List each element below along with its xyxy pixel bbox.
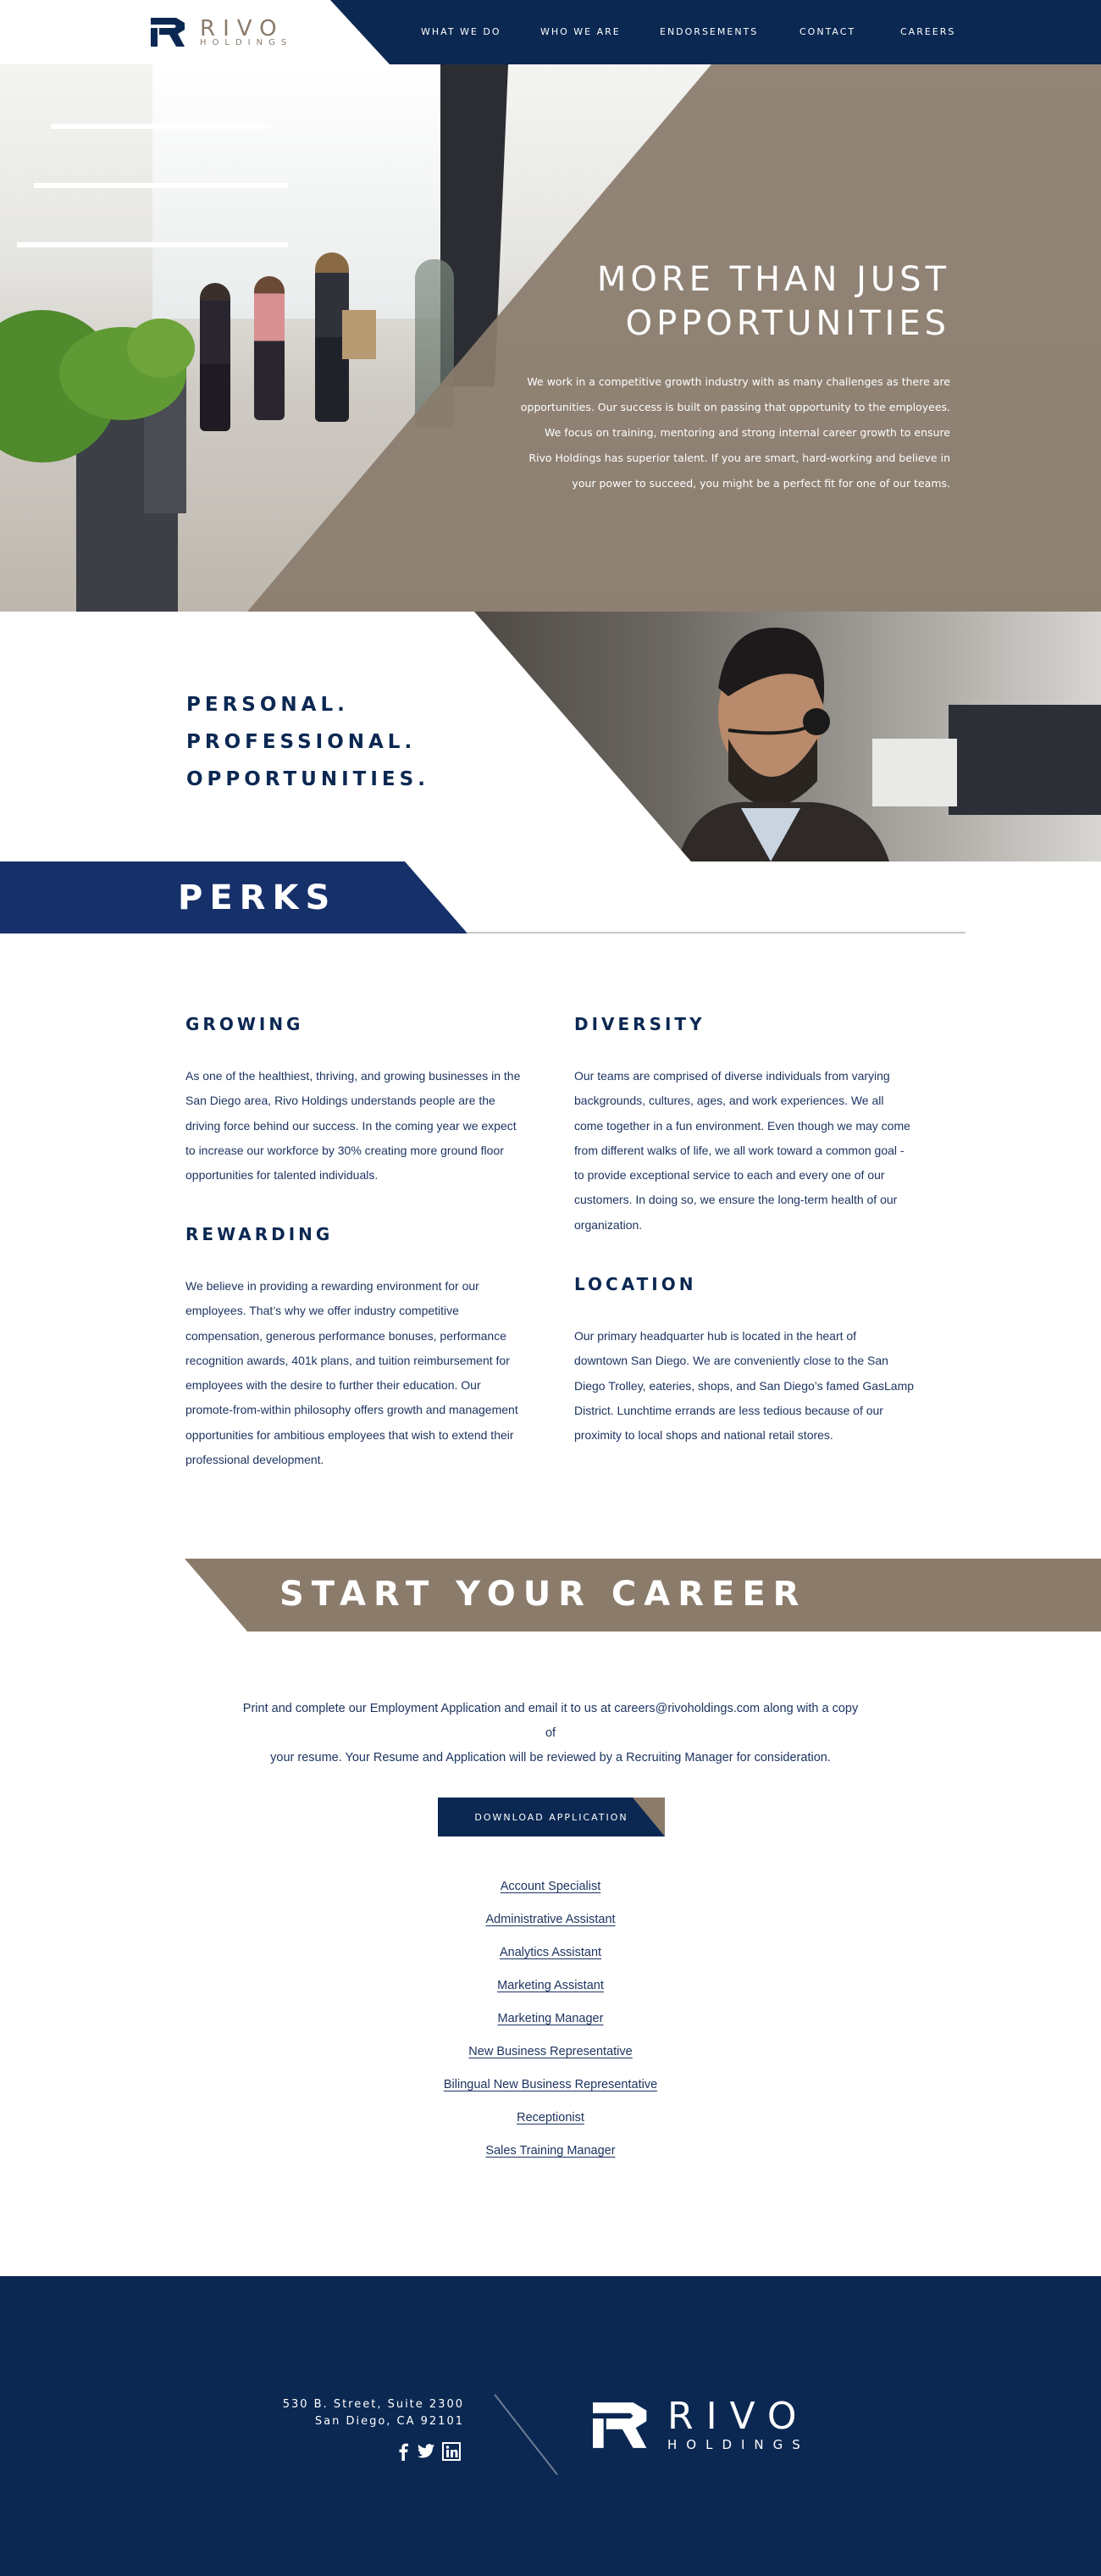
growing-text: As one of the healthiest, thriving, and … [185,1069,521,1183]
logo-panel: RIVO HOLDINGS [0,0,390,64]
twitter-icon[interactable] [417,2442,435,2461]
footer-address: 530 B. Street, Suite 2300 San Diego, CA … [282,2398,464,2428]
hero-title-line-1: MORE THAN JUST [596,260,950,299]
job-link-administrative-assistant[interactable]: Administrative Assistant [339,1913,762,1926]
nav-endorsements[interactable]: ENDORSEMENTS [660,26,758,37]
perks-divider [468,932,965,933]
site-logo[interactable]: RIVO HOLDINGS [151,17,312,47]
job-link-new-business-representative[interactable]: New Business Representative [339,2045,762,2058]
linkedin-icon[interactable] [442,2442,461,2461]
logo-wordmark: RIVO [200,16,285,42]
hero-body-text: We work in a competitive growth industry… [520,375,950,490]
personal-section: PERSONAL. PROFESSIONAL. OPPORTUNITIES. [0,612,1101,861]
nav-what-we-do[interactable]: WHAT WE DO [421,26,501,37]
logo-subtitle: HOLDINGS [200,38,293,47]
job-link-marketing-manager[interactable]: Marketing Manager [339,2012,762,2025]
rivo-logo-mark-icon [593,2402,647,2448]
location-heading: LOCATION [574,1274,697,1294]
facebook-icon[interactable] [395,2442,413,2461]
footer-logo[interactable]: RIVO HOLDINGS [593,2397,838,2457]
hero-title: MORE THAN JUST OPPORTUNITIES [597,258,950,346]
site-header: RIVO HOLDINGS WHAT WE DO WHO WE ARE ENDO… [0,0,1101,64]
footer-logo-subtitle: HOLDINGS [667,2437,810,2452]
location-text: Our primary headquarter hub is located i… [574,1329,915,1443]
nav-careers[interactable]: CAREERS [900,26,955,37]
headset-employee-photo [474,612,1101,861]
site-footer: 530 B. Street, Suite 2300 San Diego, CA … [0,2276,1101,2576]
main-nav: WHAT WE DO WHO WE ARE ENDORSEMENTS CONTA… [390,0,1101,64]
career-title: START YOUR CAREER [279,1575,807,1614]
footer-logo-wordmark: RIVO [667,2395,810,2438]
diversity-text: Our teams are comprised of diverse indiv… [574,1069,910,1232]
rewarding-heading: REWARDING [185,1224,334,1244]
nav-contact[interactable]: CONTACT [799,26,855,37]
hero-title-line-2: OPPORTUNITIES [625,304,950,343]
job-link-marketing-assistant[interactable]: Marketing Assistant [339,1979,762,1992]
career-instructions: Print and complete our Employment Applic… [242,1702,859,1764]
perks-title: PERKS [178,878,337,917]
job-link-receptionist[interactable]: Receptionist [339,2111,762,2125]
nav-who-we-are[interactable]: WHO WE ARE [540,26,621,37]
download-application-button[interactable]: DOWNLOAD APPLICATION [438,1798,665,1836]
job-link-analytics-assistant[interactable]: Analytics Assistant [339,1946,762,1959]
growing-heading: GROWING [185,1014,304,1034]
job-link-sales-training-manager[interactable]: Sales Training Manager [339,2144,762,2158]
rewarding-text: We believe in providing a rewarding envi… [185,1279,518,1467]
rivo-logo-mark-icon [151,18,185,47]
personal-professional-opportunities-heading: PERSONAL. PROFESSIONAL. OPPORTUNITIES. [186,694,429,790]
hero-section: MORE THAN JUST OPPORTUNITIES We work in … [0,64,1101,612]
footer-divider [494,2394,558,2475]
diversity-heading: DIVERSITY [574,1014,705,1034]
job-link-account-specialist[interactable]: Account Specialist [339,1880,762,1893]
job-link-bilingual-new-business-representative[interactable]: Bilingual New Business Representative [339,2078,762,2091]
